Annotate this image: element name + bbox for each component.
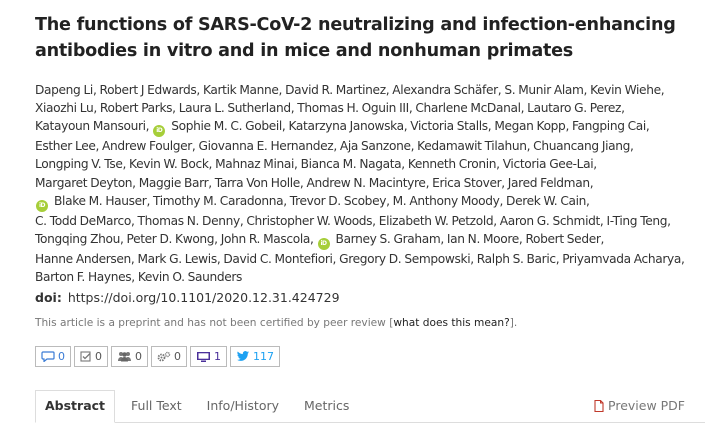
checkbox-icon — [80, 351, 91, 362]
author-line: Tongqing Zhou, Peter D. Kwong, John R. M… — [35, 230, 715, 250]
author-line: Dapeng Li, Robert J Edwards, Kartik Mann… — [35, 81, 715, 99]
author-line: Hanne Andersen, Mark G. Lewis, David C. … — [35, 250, 715, 268]
preprint-note-end: ]. — [509, 317, 518, 330]
author-line: C. Todd DeMarco, Thomas N. Denny, Christ… — [35, 212, 715, 230]
orcid-icon[interactable]: iD — [36, 199, 48, 212]
tab-metrics[interactable]: Metrics — [295, 391, 358, 422]
author-line: Barton F. Haynes, Kevin O. Saunders — [35, 268, 715, 286]
doi-label: doi: — [35, 290, 62, 306]
users-icon — [118, 352, 131, 362]
author-names[interactable]: Margaret Deyton, Maggie Barr, Tarra Von … — [35, 176, 594, 190]
checks-badge[interactable]: 0 — [74, 346, 108, 368]
article-page: The functions of SARS-CoV-2 neutralizing… — [0, 0, 715, 368]
author-names[interactable]: Esther Lee, Andrew Foulger, Giovanna E. … — [35, 139, 634, 153]
author-names[interactable]: Blake M. Hauser, Timothy M. Caradonna, T… — [51, 194, 590, 208]
tab-abstract[interactable]: Abstract — [35, 390, 116, 423]
monitor-icon — [197, 351, 210, 362]
gears-badge[interactable]: 0 — [151, 346, 187, 368]
preprint-notice: This article is a preprint and has not b… — [35, 317, 715, 329]
author-line: Margaret Deyton, Maggie Barr, Tarra Von … — [35, 174, 715, 192]
author-names[interactable]: Xiaozhi Lu, Robert Parks, Laura L. Suthe… — [35, 101, 625, 115]
comments-count: 0 — [58, 350, 65, 364]
author-names[interactable]: Hanne Andersen, Mark G. Lewis, David C. … — [35, 252, 685, 266]
tab-info-history[interactable]: Info/History — [198, 391, 288, 422]
comment-icon — [41, 351, 55, 363]
orcid-icon[interactable]: iD — [153, 125, 166, 138]
title-line-2: antibodies in vitro and in mice and nonh… — [35, 41, 574, 61]
author-line: Xiaozhi Lu, Robert Parks, Laura L. Suthe… — [35, 99, 715, 117]
preview-pdf-label: Preview PDF — [608, 398, 685, 413]
users-count: 0 — [135, 350, 142, 364]
twitter-icon — [236, 351, 250, 362]
author-names[interactable]: Tongqing Zhou, Peter D. Kwong, John R. M… — [35, 232, 317, 246]
author-names[interactable]: Katayoun Mansouri, — [35, 119, 152, 133]
what-does-this-mean-link[interactable]: what does this mean? — [393, 317, 509, 329]
author-names[interactable]: Barton F. Haynes, Kevin O. Saunders — [35, 270, 242, 284]
gears-count: 0 — [174, 350, 181, 364]
twitter-count: 117 — [253, 350, 274, 364]
author-names[interactable]: Dapeng Li, Robert J Edwards, Kartik Mann… — [35, 83, 665, 97]
display-badge[interactable]: 1 — [190, 346, 227, 368]
display-count: 1 — [214, 350, 221, 364]
title-line-1: The functions of SARS-CoV-2 neutralizing… — [35, 15, 676, 35]
author-names[interactable]: C. Todd DeMarco, Thomas N. Denny, Christ… — [35, 214, 671, 228]
preprint-note-text: This article is a preprint and has not b… — [35, 317, 394, 330]
twitter-badge[interactable]: 117 — [230, 346, 280, 368]
author-list: Dapeng Li, Robert J Edwards, Kartik Mann… — [35, 81, 715, 286]
metrics-badges: 0 0 0 0 1 117 — [35, 346, 715, 368]
gears-icon — [157, 352, 171, 362]
author-line: Longping V. Tse, Kevin W. Bock, Mahnaz M… — [35, 155, 715, 173]
author-line: Esther Lee, Andrew Foulger, Giovanna E. … — [35, 137, 715, 155]
preview-pdf-button[interactable]: Preview PDF — [594, 398, 685, 413]
article-tabs: Abstract Full Text Info/History Metrics … — [35, 390, 705, 423]
users-badge[interactable]: 0 — [111, 346, 148, 368]
doi-link[interactable]: https://doi.org/10.1101/2020.12.31.42472… — [68, 290, 340, 305]
author-names[interactable]: Barney S. Graham, Ian N. Moore, Robert S… — [333, 232, 605, 246]
author-names[interactable]: Sophie M. C. Gobeil, Katarzyna Janowska,… — [168, 119, 650, 133]
pdf-file-icon — [594, 399, 604, 412]
author-names[interactable]: Longping V. Tse, Kevin W. Bock, Mahnaz M… — [35, 157, 597, 171]
article-title: The functions of SARS-CoV-2 neutralizing… — [35, 12, 715, 64]
comments-badge[interactable]: 0 — [35, 346, 71, 368]
author-line: iD Blake M. Hauser, Timothy M. Caradonna… — [35, 192, 715, 212]
checks-count: 0 — [95, 350, 102, 364]
orcid-icon[interactable]: iD — [317, 237, 330, 250]
author-line: Katayoun Mansouri, iD Sophie M. C. Gobei… — [35, 117, 715, 138]
tab-full-text[interactable]: Full Text — [122, 391, 191, 422]
doi-row: doi: https://doi.org/10.1101/2020.12.31.… — [35, 290, 715, 305]
